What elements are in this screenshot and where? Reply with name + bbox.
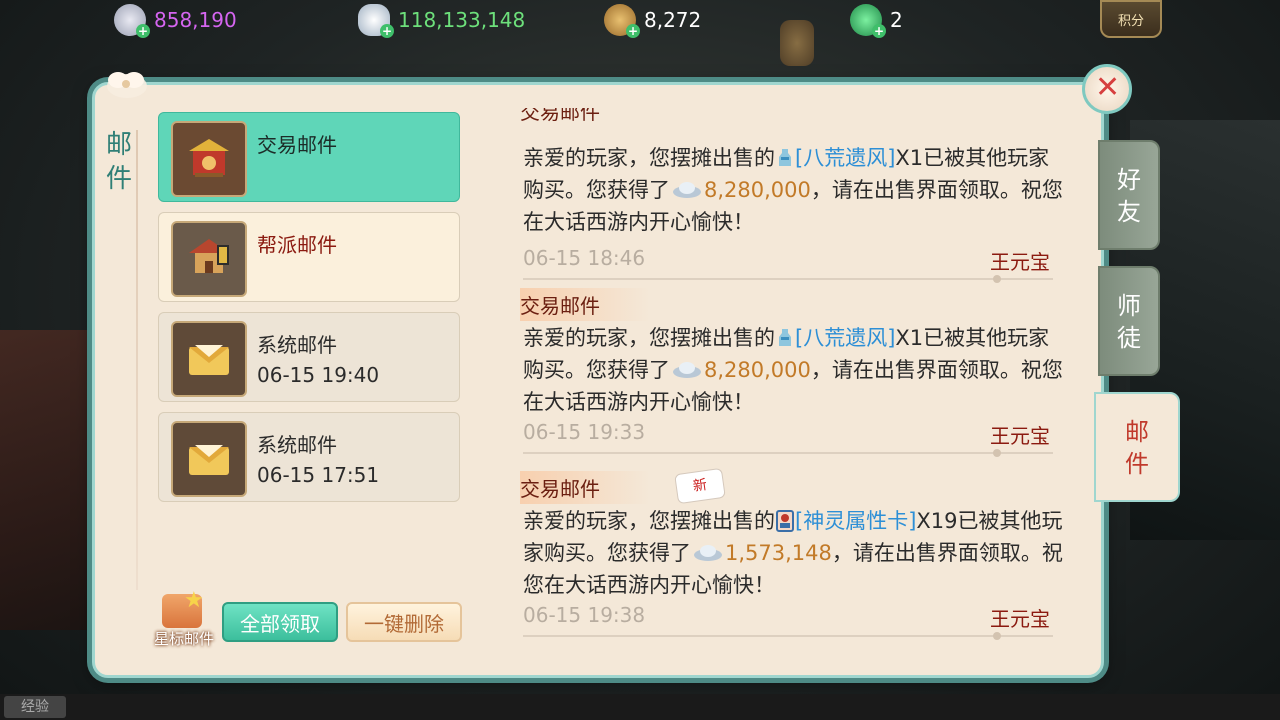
starred-mail-label: 星标邮件 <box>153 630 214 648</box>
mail-item-name: 帮派邮件 <box>257 233 337 257</box>
message-date: 06-15 18:46 <box>523 246 646 270</box>
amount-value: 8,280,000 <box>704 178 811 202</box>
silver-ingot-icon <box>673 362 701 378</box>
close-button[interactable]: ✕ <box>1082 64 1132 114</box>
new-badge: 新 <box>674 467 726 505</box>
mail-item-system[interactable]: 系统邮件 06-15 17:51 <box>158 412 460 502</box>
close-icon: ✕ <box>1095 70 1121 105</box>
panel-title: 邮 件 <box>102 128 136 196</box>
message-body: 亲爱的玩家，您摆摊出售的 [八荒遗风]X1已被其他玩家购买。您获得了 8,280,0… <box>523 142 1063 238</box>
mail-item-name: 系统邮件 <box>257 433 337 457</box>
message-header: 交易邮件 <box>520 288 650 321</box>
experience-label: 经验 <box>4 696 66 718</box>
currency-value: 8,272 <box>644 8 702 32</box>
message-date: 06-15 19:38 <box>523 603 646 627</box>
plus-icon: + <box>872 24 886 38</box>
decorative-vine <box>136 130 138 590</box>
mail-item-clan[interactable]: 帮派邮件 <box>158 212 460 302</box>
mail-item-trade[interactable]: 交易邮件 <box>158 112 460 202</box>
starred-mail-button[interactable]: ★ 星标邮件 <box>148 588 218 652</box>
currency-silver[interactable]: + 118,133,148 <box>358 4 526 38</box>
panel-title-char: 邮 <box>105 130 132 160</box>
system-mail-icon <box>171 421 247 497</box>
message-text: 亲爱的玩家，您摆摊出售的 <box>523 326 775 350</box>
message-sender: 王元宝 <box>990 607 1050 631</box>
silver-ingot-icon <box>694 545 722 561</box>
mail-item-time: 06-15 17:51 <box>257 463 380 487</box>
currency-value: 2 <box>890 8 903 32</box>
vase-icon <box>779 329 791 346</box>
tab-friends[interactable]: 好 友 <box>1098 140 1160 250</box>
system-mail-icon <box>171 321 247 397</box>
amount-value: 8,280,000 <box>704 358 811 382</box>
plus-icon: + <box>626 24 640 38</box>
partial-message-header: 交易邮件 <box>520 108 600 124</box>
tab-label-char: 徒 <box>1117 324 1141 352</box>
plus-icon: + <box>136 24 150 38</box>
points-button[interactable]: 积分 <box>1100 0 1162 38</box>
message-text: 亲爱的玩家，您摆摊出售的 <box>523 509 775 533</box>
mail-list: 交易邮件 帮派邮件 系统邮件 06-15 19:40 系统邮件 06-15 17… <box>158 112 462 592</box>
currency-copper[interactable]: + 8,272 <box>604 4 702 38</box>
jade-icon: + <box>850 4 886 38</box>
trade-mail-icon <box>171 121 247 197</box>
tab-mentor[interactable]: 师 徒 <box>1098 266 1160 376</box>
envelope-icon <box>189 345 229 375</box>
message-entry[interactable]: 交易邮件 亲爱的玩家，您摆摊出售的 [八荒遗风]X1已被其他玩家购买。您获得了 8,… <box>500 288 1063 458</box>
plus-icon: + <box>380 24 394 38</box>
tab-label-char: 友 <box>1117 198 1141 226</box>
currency-value: 118,133,148 <box>398 8 526 32</box>
panel-title-char: 件 <box>105 164 132 194</box>
message-sender: 王元宝 <box>990 250 1050 274</box>
copper-coin-icon: + <box>604 4 640 38</box>
amount-value: 1,573,148 <box>725 541 832 565</box>
currency-xianyu[interactable]: + 858,190 <box>114 4 237 38</box>
message-list[interactable]: 交易邮件 亲爱的玩家，您摆摊出售的 [八荒遗风]X1已被其他玩家购买。您获得了 8,… <box>500 108 1070 648</box>
divider <box>523 449 1053 457</box>
message-date: 06-15 19:33 <box>523 420 646 444</box>
item-link[interactable]: [八荒遗风] <box>795 146 895 170</box>
clan-mail-icon <box>171 221 247 297</box>
tab-label-char: 师 <box>1117 292 1141 320</box>
divider <box>523 632 1053 640</box>
tab-mail[interactable]: 邮 件 <box>1094 392 1180 502</box>
shop-stall-icon <box>189 139 229 177</box>
message-header: 交易邮件 <box>520 471 650 504</box>
claim-all-button[interactable]: 全部领取 <box>222 602 338 642</box>
message-body: 亲爱的玩家，您摆摊出售的 [神灵属性卡]X19已被其他玩家购买。您获得了 1,573… <box>523 505 1063 601</box>
xianyu-coin-icon: + <box>114 4 150 38</box>
vase-icon <box>779 149 791 166</box>
tab-label-char: 好 <box>1117 166 1141 194</box>
item-link[interactable]: [八荒遗风] <box>795 326 895 350</box>
star-icon: ★ <box>184 588 204 613</box>
silver-ingot-icon <box>673 182 701 198</box>
message-sender: 王元宝 <box>990 424 1050 448</box>
mail-item-time: 06-15 19:40 <box>257 363 380 387</box>
bottom-bar: 经验 <box>0 694 1280 720</box>
divider <box>523 275 1053 283</box>
flower-ornament-icon <box>107 72 147 98</box>
message-text: 亲爱的玩家，您摆摊出售的 <box>523 146 775 170</box>
message-entry[interactable]: 交易邮件 新 亲爱的玩家，您摆摊出售的 [神灵属性卡]X19已被其他玩家购买。您获… <box>500 467 1063 641</box>
tab-label-char: 件 <box>1125 450 1149 478</box>
clan-hall-icon <box>189 239 229 273</box>
mail-item-name: 交易邮件 <box>257 133 337 157</box>
mail-item-system[interactable]: 系统邮件 06-15 19:40 <box>158 312 460 402</box>
currency-value: 858,190 <box>154 8 237 32</box>
tab-label-char: 邮 <box>1125 418 1149 446</box>
silver-ingot-icon: + <box>358 4 394 38</box>
card-icon <box>776 510 794 532</box>
envelope-icon <box>189 445 229 475</box>
currency-bar: + 858,190 + 118,133,148 + 8,272 + 2 积分 <box>0 0 1280 40</box>
message-body: 亲爱的玩家，您摆摊出售的 [八荒遗风]X1已被其他玩家购买。您获得了 8,280,0… <box>523 322 1063 418</box>
item-link[interactable]: [神灵属性卡] <box>795 509 916 533</box>
currency-jade[interactable]: + 2 <box>850 4 903 38</box>
delete-all-button[interactable]: 一键删除 <box>346 602 462 642</box>
mail-item-name: 系统邮件 <box>257 333 337 357</box>
